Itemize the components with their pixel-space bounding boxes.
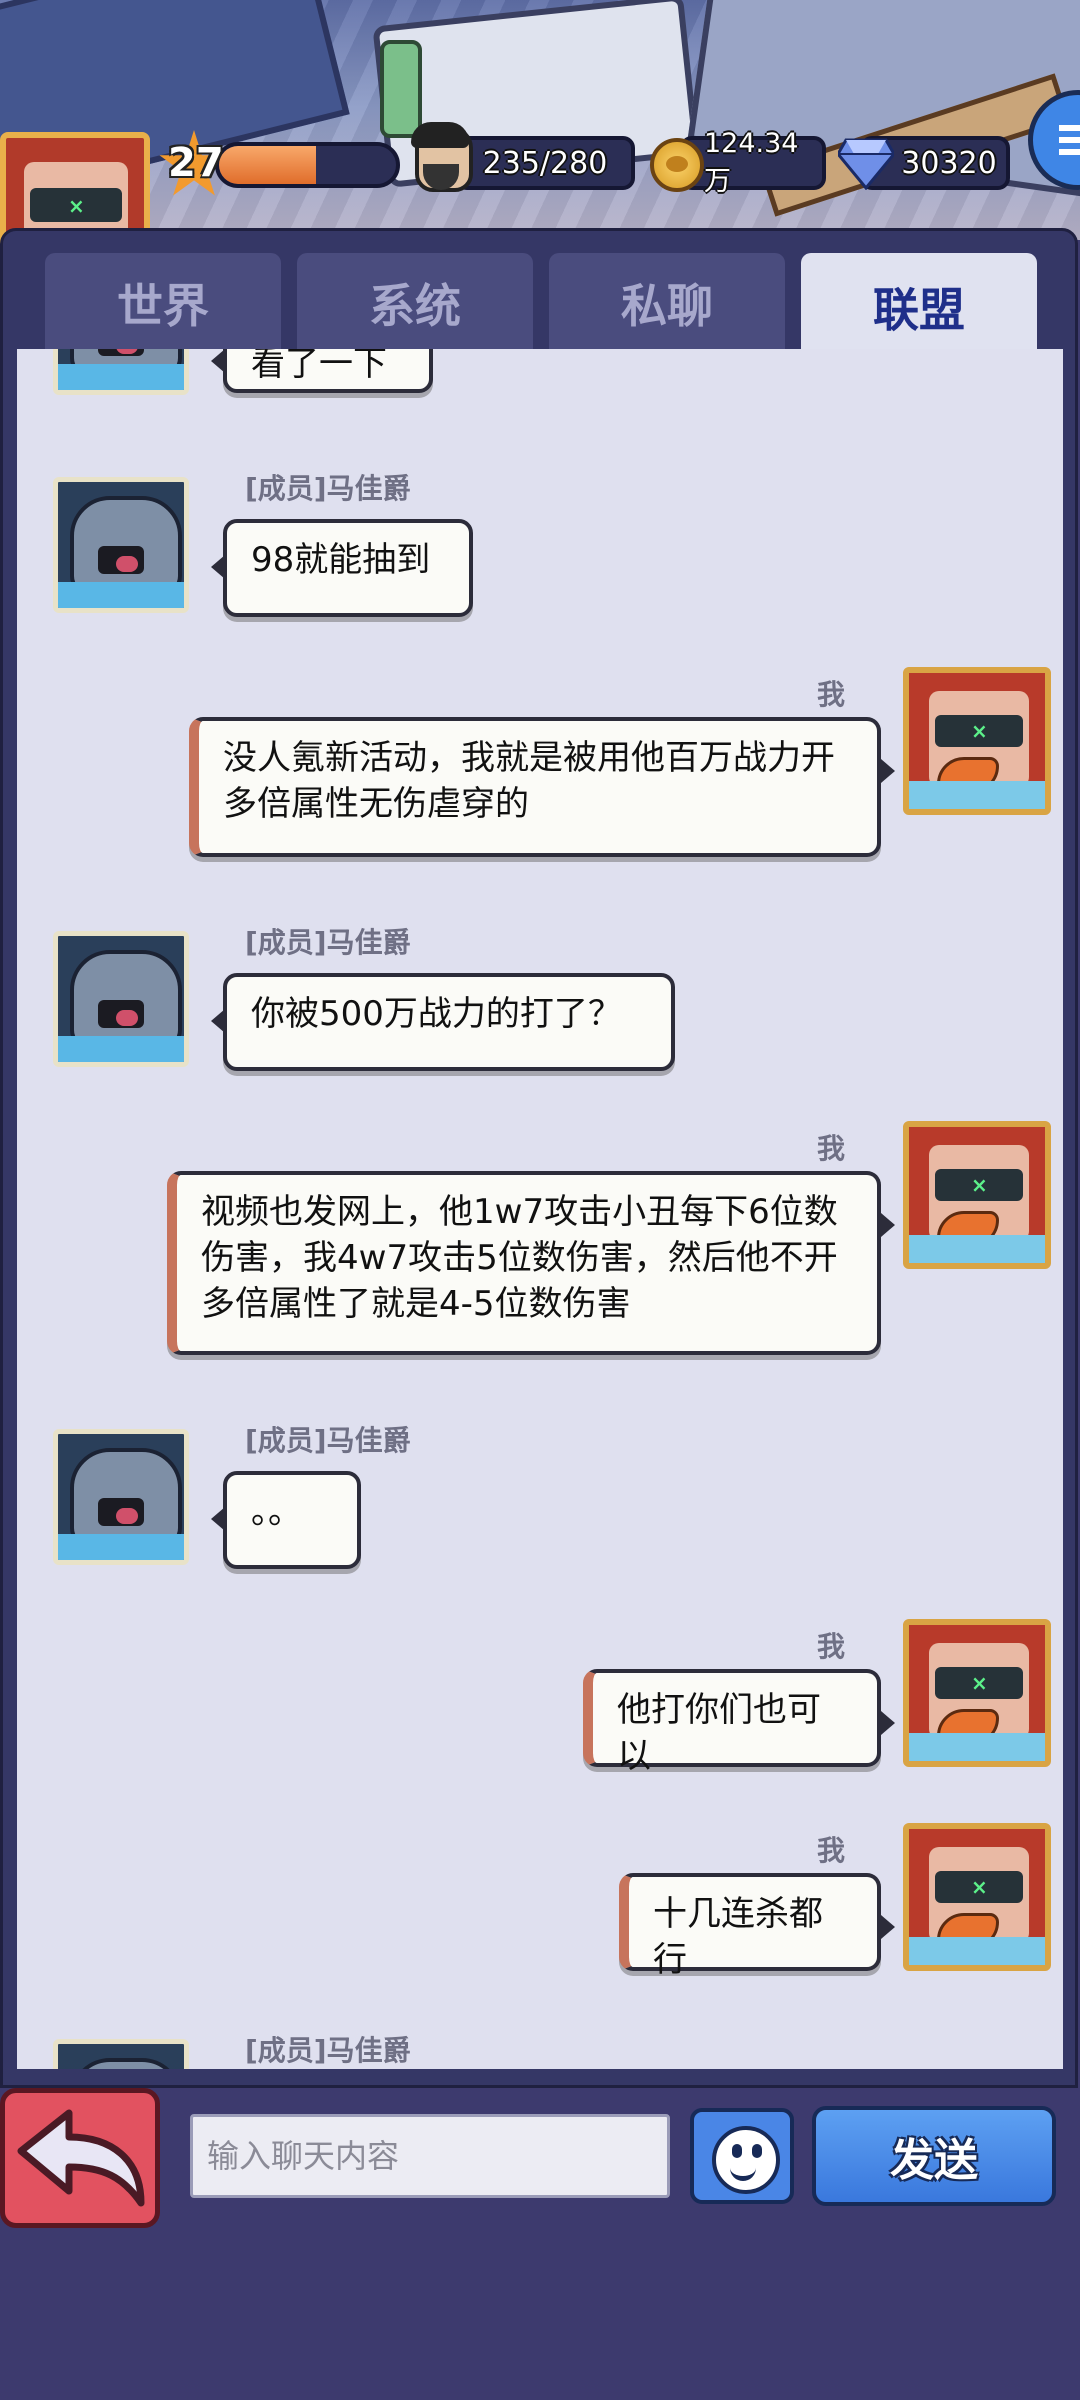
chat-tabs: 世界 系统 私聊 联盟 bbox=[45, 253, 1045, 361]
sender-name: 我 bbox=[817, 1630, 846, 1663]
chat-bubble-left: 98就能抽到 bbox=[211, 519, 473, 617]
gem-value: 30320 bbox=[901, 145, 997, 181]
sender-name: [成员]马佳爵 bbox=[245, 2034, 411, 2067]
chat-bubble-right: 视频也发网上，他1w7攻击小丑每下6位数伤害，我4w7攻击5位数伤害，然后他不开… bbox=[167, 1171, 895, 1355]
my-avatar[interactable]: × bbox=[903, 1619, 1051, 1767]
message-text: 十几连杀都行 bbox=[653, 1894, 823, 1980]
message-text: 视频也发网上，他1w7攻击小丑每下6位数伤害，我4w7攻击5位数伤害，然后他不开… bbox=[201, 1192, 838, 1324]
chat-bubble-right: 十几连杀都行 bbox=[619, 1873, 895, 1980]
chat-bubble-left: 。。 bbox=[211, 1471, 361, 1569]
member-avatar[interactable] bbox=[53, 477, 189, 613]
send-button[interactable]: 发送 bbox=[812, 2106, 1056, 2206]
chat-bubble-left: 看了一下 bbox=[211, 349, 433, 393]
sender-name: [成员]马佳爵 bbox=[245, 1424, 411, 1457]
tab-world[interactable]: 世界 bbox=[45, 253, 281, 353]
message-text: 没人氪新活动，我就是被用他百万战力开多倍属性无伤虐穿的 bbox=[223, 738, 835, 824]
tab-system[interactable]: 系统 bbox=[297, 253, 533, 353]
member-avatar[interactable] bbox=[53, 1429, 189, 1565]
sender-name: 我 bbox=[817, 1834, 846, 1867]
chat-input[interactable] bbox=[190, 2114, 670, 2198]
message-text: 。。 bbox=[251, 1492, 302, 1532]
message-text: 你被500万战力的打了？ bbox=[251, 994, 622, 1034]
chat-bubble-right: 没人氪新活动，我就是被用他百万战力开多倍属性无伤虐穿的 bbox=[189, 717, 895, 857]
tab-alliance[interactable]: 联盟 bbox=[801, 253, 1037, 361]
sender-name: 我 bbox=[817, 1132, 846, 1165]
message-text: 他打你们也可以 bbox=[617, 1690, 821, 1776]
stamina-counter[interactable]: 235/280 bbox=[455, 136, 635, 190]
player-level: 27 bbox=[168, 140, 224, 186]
member-avatar[interactable] bbox=[53, 931, 189, 1067]
menu-icon bbox=[1059, 125, 1080, 131]
stamina-caveman-icon bbox=[405, 122, 475, 202]
coin-value: 124.34万 bbox=[704, 128, 799, 197]
stamina-value: 235/280 bbox=[482, 145, 608, 181]
member-avatar[interactable] bbox=[53, 2039, 189, 2069]
chat-panel: 世界 系统 私聊 联盟 看了一下 [成员]马佳爵 98就能抽到 我 没人氪新活动… bbox=[0, 228, 1078, 2088]
chat-bubble-left: 你被500万战力的打了？ bbox=[211, 973, 675, 1071]
sender-name: 我 bbox=[817, 678, 846, 711]
my-avatar[interactable]: × bbox=[903, 1823, 1051, 1971]
tab-private[interactable]: 私聊 bbox=[549, 253, 785, 353]
emoji-button[interactable] bbox=[690, 2108, 794, 2204]
xp-progress-fill bbox=[219, 146, 317, 184]
chat-bubble-right: 他打你们也可以 bbox=[583, 1669, 895, 1776]
back-button[interactable] bbox=[0, 2088, 160, 2228]
my-avatar[interactable]: × bbox=[903, 667, 1051, 815]
coin-icon bbox=[650, 138, 704, 192]
message-text: 98就能抽到 bbox=[251, 540, 431, 580]
xp-progress-bar bbox=[215, 142, 400, 188]
my-avatar[interactable]: × bbox=[903, 1121, 1051, 1269]
sender-name: [成员]马佳爵 bbox=[245, 472, 411, 505]
smiley-icon bbox=[712, 2126, 780, 2194]
back-arrow-icon bbox=[17, 2109, 145, 2207]
game-scene-background bbox=[0, 0, 1080, 240]
sender-name: [成员]马佳爵 bbox=[245, 926, 411, 959]
diamond-icon bbox=[836, 138, 896, 191]
chat-message-list[interactable]: 看了一下 [成员]马佳爵 98就能抽到 我 没人氪新活动，我就是被用他百万战力开… bbox=[17, 349, 1063, 2069]
member-avatar[interactable] bbox=[53, 349, 189, 395]
message-text: 看了一下 bbox=[251, 349, 387, 384]
